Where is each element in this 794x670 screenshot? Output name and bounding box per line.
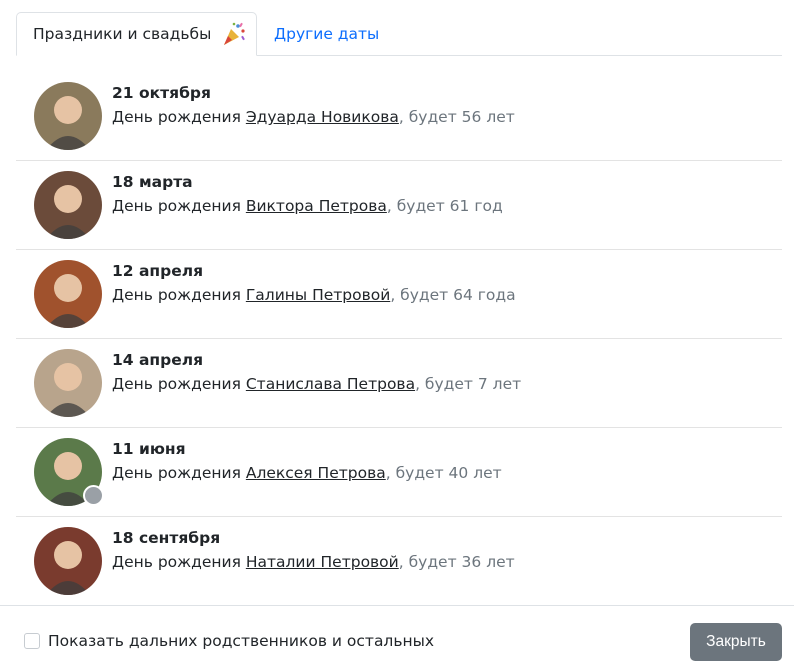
event-description: День рождения Наталии Петровой, будет 36… [112, 553, 515, 571]
tabs-bar: Праздники и свадьбы Другие даты [16, 12, 782, 56]
event-description: День рождения Эдуарда Новикова, будет 56… [112, 108, 515, 126]
event-date: 14 апреля [112, 351, 204, 369]
avatar[interactable] [34, 82, 102, 150]
event-date: 11 июня [112, 440, 186, 458]
event-row: 21 октября День рождения Эдуарда Новикова… [16, 72, 782, 161]
person-link[interactable]: Алексея Петрова [246, 464, 386, 482]
event-age: , будет 7 лет [415, 375, 522, 393]
event-date: 18 марта [112, 173, 193, 191]
event-date: 18 сентября [112, 529, 221, 547]
person-link[interactable]: Эдуарда Новикова [246, 108, 399, 126]
event-row: 14 апреля День рождения Станислава Петров… [16, 339, 782, 428]
event-description: День рождения Алексея Петрова, будет 40 … [112, 464, 502, 482]
close-button[interactable]: Закрыть [690, 623, 782, 661]
show-distant-relatives-toggle[interactable]: Показать дальних родственников и остальн… [24, 632, 434, 650]
person-link[interactable]: Наталии Петровой [246, 553, 399, 571]
person-link[interactable]: Галины Петровой [246, 286, 390, 304]
show-distant-relatives-checkbox[interactable] [24, 633, 40, 649]
event-type: День рождения [112, 375, 246, 393]
event-date: 12 апреля [112, 262, 204, 280]
event-type: День рождения [112, 286, 246, 304]
avatar[interactable] [34, 349, 102, 417]
event-type: День рождения [112, 108, 246, 126]
tab-other-dates[interactable]: Другие даты [274, 12, 379, 56]
event-age: , будет 61 год [386, 197, 503, 215]
avatar[interactable] [34, 260, 102, 328]
avatar[interactable] [34, 171, 102, 239]
person-link[interactable]: Станислава Петрова [246, 375, 415, 393]
footer-divider [0, 605, 794, 606]
event-description: День рождения Виктора Петрова, будет 61 … [112, 197, 503, 215]
events-list: 21 октября День рождения Эдуарда Новикова… [16, 72, 782, 606]
event-description: День рождения Галины Петровой, будет 64 … [112, 286, 516, 304]
event-age: , будет 36 лет [398, 553, 515, 571]
event-row: 11 июня День рождения Алексея Петрова, бу… [16, 428, 782, 517]
event-type: День рождения [112, 464, 246, 482]
event-date: 21 октября [112, 84, 211, 102]
event-type: День рождения [112, 197, 246, 215]
show-distant-relatives-label: Показать дальних родственников и остальн… [48, 632, 435, 650]
avatar[interactable] [34, 527, 102, 595]
event-age: , будет 56 лет [398, 108, 515, 126]
event-row: 18 сентября День рождения Наталии Петрово… [16, 517, 782, 606]
tab-holidays-label: Праздники и свадьбы [33, 25, 212, 43]
event-row: 12 апреля День рождения Галины Петровой, … [16, 250, 782, 339]
event-row: 18 марта День рождения Виктора Петрова, б… [16, 161, 782, 250]
event-age: , будет 64 года [390, 286, 516, 304]
event-description: День рождения Станислава Петрова, будет … [112, 375, 521, 393]
tree-badge-icon [83, 485, 104, 506]
event-type: День рождения [112, 553, 246, 571]
event-age: , будет 40 лет [385, 464, 502, 482]
tab-holidays-weddings[interactable]: Праздники и свадьбы [16, 12, 257, 56]
party-popper-icon [221, 21, 247, 47]
person-link[interactable]: Виктора Петрова [246, 197, 387, 215]
